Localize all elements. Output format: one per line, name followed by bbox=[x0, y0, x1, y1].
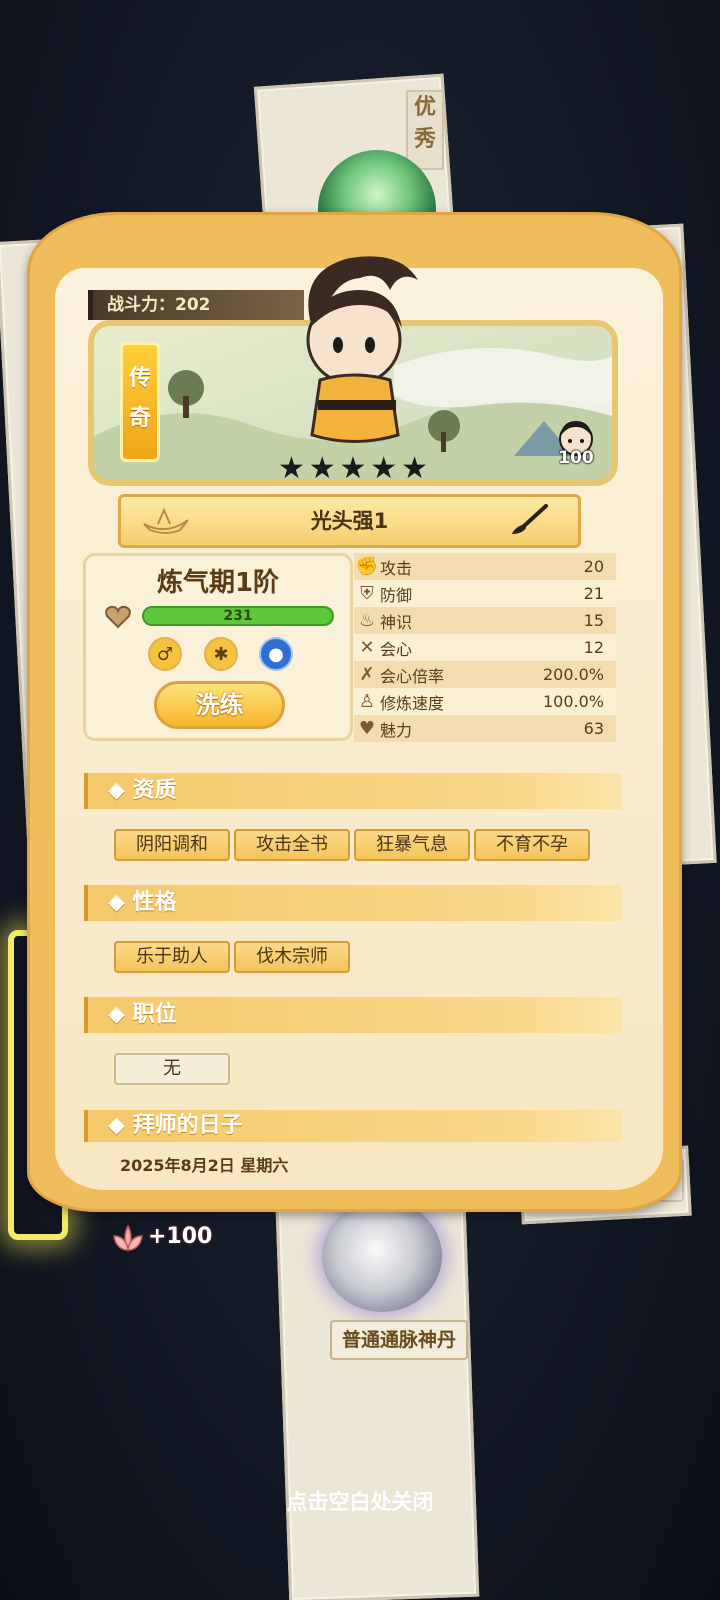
rename-brush-icon[interactable] bbox=[510, 504, 550, 536]
stat-value: 20 bbox=[583, 557, 604, 576]
item-label: 普通通脉神丹 bbox=[330, 1320, 468, 1360]
star-icon: ★ bbox=[308, 451, 336, 486]
stat-value: 200.0% bbox=[542, 665, 604, 684]
aptitude-tag[interactable]: 不育不孕 bbox=[474, 829, 590, 861]
aptitude-tag[interactable]: 攻击全书 bbox=[234, 829, 350, 861]
star-rating: ★ ★ ★ ★ ★ bbox=[278, 454, 428, 484]
shield-icon: ⛨ bbox=[360, 583, 374, 604]
apprentice-date: 2025年8月2日 星期六 bbox=[120, 1156, 289, 1175]
character-avatar bbox=[306, 256, 418, 443]
stat-label: 会心 bbox=[380, 639, 413, 659]
crit-swords-icon: ✗ bbox=[359, 664, 375, 685]
water-drop-icon[interactable]: ● bbox=[259, 637, 293, 671]
stat-label: 攻击 bbox=[380, 558, 413, 578]
top-rank-char-2: 秀 bbox=[413, 127, 436, 152]
top-rank-char-1: 优 bbox=[413, 95, 436, 120]
stat-row-charm: ♥ 魅力 63 bbox=[354, 715, 616, 742]
stat-row-attack: ✊ 攻击 20 bbox=[354, 553, 616, 580]
pet-level: 100 bbox=[558, 448, 594, 468]
cross-swords-icon: ✕ bbox=[359, 637, 375, 658]
heart-hp-icon bbox=[105, 605, 131, 629]
lotus-icon bbox=[113, 1224, 143, 1252]
star-icon: ★ bbox=[370, 451, 398, 486]
rarity-badge-legendary: 传 奇 bbox=[120, 342, 160, 462]
aptitude-tag[interactable]: 阴阳调和 bbox=[114, 829, 230, 861]
stat-label: 会心倍率 bbox=[380, 666, 445, 686]
rarity-char-1: 传 bbox=[128, 366, 151, 391]
refine-button[interactable]: 洗练 bbox=[154, 681, 285, 729]
stat-row-crit: ✕ 会心 12 bbox=[354, 634, 616, 661]
hp-value: 231 bbox=[223, 608, 253, 624]
star-icon: ★ bbox=[339, 451, 367, 486]
section-aptitude-header: ◆ 资质 bbox=[84, 773, 622, 809]
moon-pill-icon bbox=[322, 1200, 442, 1312]
stat-label: 修炼速度 bbox=[380, 693, 445, 713]
personality-tag[interactable]: 伐木宗师 bbox=[234, 941, 350, 973]
aptitude-tag[interactable]: 狂暴气息 bbox=[354, 829, 470, 861]
reward-value: +100 bbox=[148, 1224, 213, 1249]
stat-value: 21 bbox=[583, 584, 604, 603]
stat-row-defense: ⛨ 防御 21 bbox=[354, 580, 616, 607]
flame-icon: ♨ bbox=[358, 610, 376, 631]
stat-label: 防御 bbox=[380, 585, 413, 605]
cultivation-realm: 炼气期1阶 bbox=[156, 568, 280, 598]
boat-icon bbox=[143, 507, 189, 534]
fist-icon: ✊ bbox=[355, 556, 379, 577]
stat-label: 神识 bbox=[380, 612, 413, 632]
stat-row-spirit: ♨ 神识 15 bbox=[354, 607, 616, 634]
star-icon: ★ bbox=[401, 451, 428, 486]
heart-icon: ♥ bbox=[358, 718, 376, 739]
star-icon: ★ bbox=[278, 451, 305, 486]
stat-value: 15 bbox=[583, 611, 604, 630]
stats-panel: ✊ 攻击 20 ⛨ 防御 21 ♨ 神识 15 ✕ 会心 12 ✗ 会心倍率 2… bbox=[354, 553, 622, 743]
stat-value: 100.0% bbox=[542, 692, 604, 711]
section-apprentice-header: ◆ 拜师的日子 bbox=[84, 1110, 622, 1142]
section-personality-header: ◆ 性格 bbox=[84, 885, 622, 921]
stat-value: 12 bbox=[583, 638, 604, 657]
top-rank-tag: 优 秀 bbox=[406, 90, 444, 170]
combat-power-label: 战斗力：202 bbox=[88, 290, 304, 320]
hp-bar: 231 bbox=[142, 606, 334, 626]
stat-value: 63 bbox=[583, 719, 604, 738]
stat-row-crit-rate: ✗ 会心倍率 200.0% bbox=[354, 661, 616, 688]
close-hint[interactable]: 点击空白处关闭 bbox=[0, 1486, 720, 1516]
stat-label: 魅力 bbox=[380, 720, 413, 740]
bug-icon[interactable]: ✱ bbox=[204, 637, 238, 671]
personality-tag[interactable]: 乐于助人 bbox=[114, 941, 230, 973]
position-tag[interactable]: 无 bbox=[114, 1053, 230, 1085]
section-position-header: ◆ 职位 bbox=[84, 997, 622, 1033]
male-icon[interactable]: ♂ bbox=[148, 637, 182, 671]
meditate-icon: ♙ bbox=[358, 691, 376, 712]
stat-row-cultivation-speed: ♙ 修炼速度 100.0% bbox=[354, 688, 616, 715]
rarity-char-2: 奇 bbox=[128, 406, 151, 431]
